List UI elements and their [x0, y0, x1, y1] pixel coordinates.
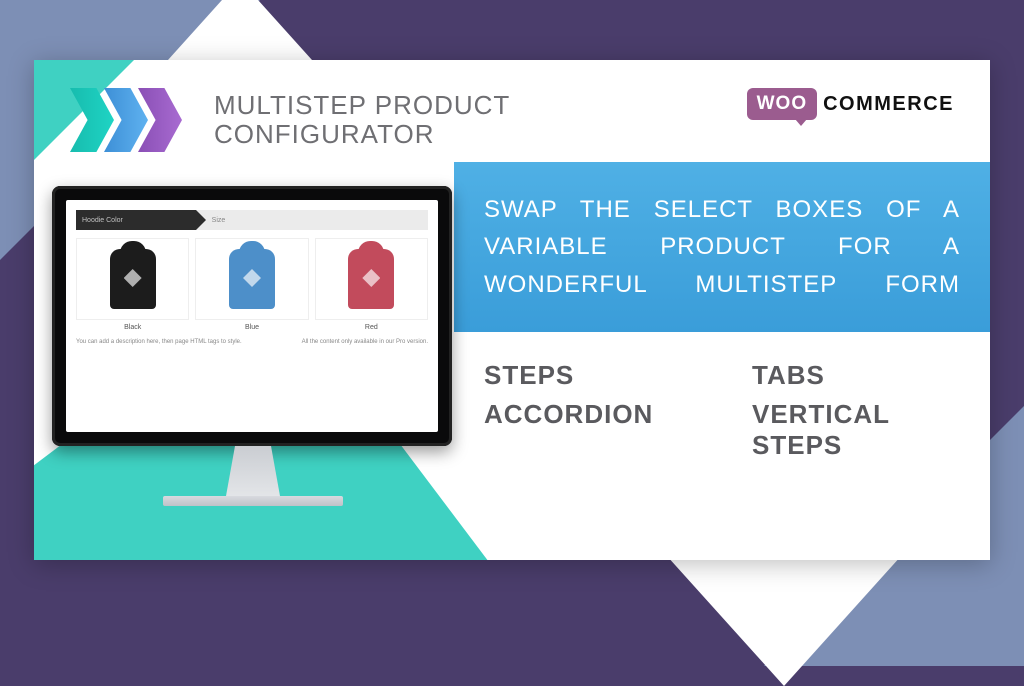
- product-title: MULTISTEP PRODUCT CONFIGURATOR: [214, 91, 510, 148]
- promo-text: SWAP THE SELECT BOXES OF A VARIABLE PROD…: [484, 191, 960, 303]
- mock-hoodie-item: Red: [315, 238, 428, 331]
- monitor-screen: Hoodie Color Size Black Blue: [66, 200, 438, 432]
- feature-item: TABS: [752, 360, 960, 391]
- mock-hoodie-label: Blue: [195, 324, 308, 331]
- product-title-line2: CONFIGURATOR: [214, 120, 510, 149]
- features-grid: STEPS TABS ACCORDION VERTICAL STEPS: [454, 332, 990, 489]
- promo-card: MULTISTEP PRODUCT CONFIGURATOR WOO COMME…: [34, 60, 990, 560]
- mock-step-active: Hoodie Color: [76, 210, 196, 230]
- monitor-illustration: Hoodie Color Size Black Blue: [34, 162, 454, 522]
- woo-commerce-text: COMMERCE: [823, 93, 954, 116]
- mock-hoodie-row: Black Blue Red: [76, 238, 428, 331]
- woo-badge: WOO: [747, 88, 818, 120]
- card-header: MULTISTEP PRODUCT CONFIGURATOR WOO COMME…: [34, 60, 990, 162]
- mock-hoodie-item: Black: [76, 238, 189, 331]
- right-panel: SWAP THE SELECT BOXES OF A VARIABLE PROD…: [454, 162, 990, 522]
- product-chevron-icon: [70, 88, 200, 152]
- monitor-base: [163, 496, 343, 506]
- hoodie-icon: [229, 249, 275, 309]
- mock-hint-row: You can add a description here, then pag…: [76, 339, 428, 347]
- product-logo-block: MULTISTEP PRODUCT CONFIGURATOR: [70, 88, 510, 152]
- mock-hint-left: You can add a description here, then pag…: [76, 339, 242, 347]
- feature-item: STEPS: [484, 360, 692, 391]
- monitor-frame: Hoodie Color Size Black Blue: [52, 186, 452, 446]
- mock-step-next: Size: [196, 210, 428, 230]
- mock-hoodie-item: Blue: [195, 238, 308, 331]
- hoodie-icon: [110, 249, 156, 309]
- feature-item: VERTICAL STEPS: [752, 399, 960, 461]
- card-body: Hoodie Color Size Black Blue: [34, 162, 990, 522]
- product-title-line1: MULTISTEP PRODUCT: [214, 91, 510, 120]
- mock-step-bar: Hoodie Color Size: [76, 210, 428, 230]
- platform-logo: WOO COMMERCE: [747, 88, 954, 120]
- mock-hint-right: All the content only available in our Pr…: [302, 339, 428, 347]
- hoodie-icon: [348, 249, 394, 309]
- mock-hoodie-label: Black: [76, 324, 189, 331]
- promo-banner: SWAP THE SELECT BOXES OF A VARIABLE PROD…: [454, 162, 990, 332]
- monitor-stand: [208, 446, 298, 496]
- mock-hoodie-label: Red: [315, 324, 428, 331]
- feature-item: ACCORDION: [484, 399, 692, 461]
